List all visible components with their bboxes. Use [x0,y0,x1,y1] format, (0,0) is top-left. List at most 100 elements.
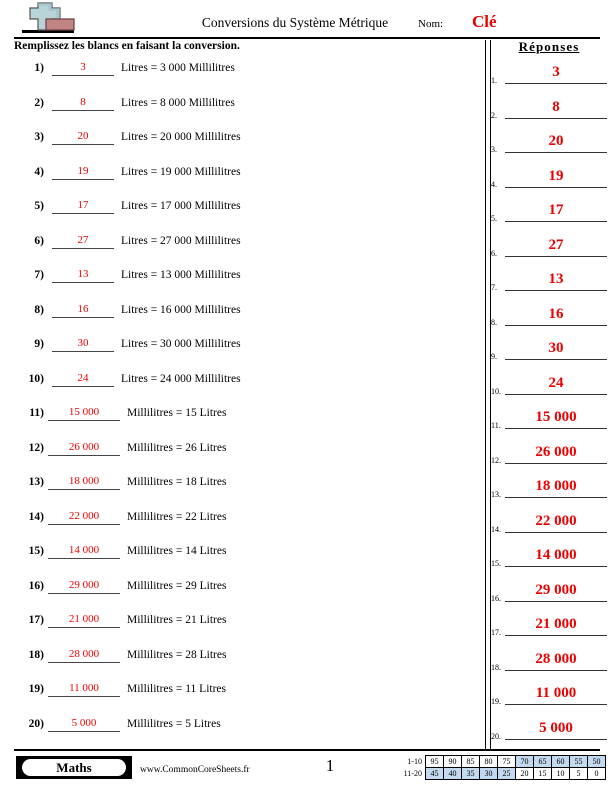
answer-value[interactable]: 18 000 [505,476,607,498]
answer-value[interactable]: 11 000 [505,683,607,705]
answer-number: 6. [491,248,497,258]
problem-answer-blank[interactable]: 8 [52,96,114,111]
problem-answer-blank[interactable]: 20 [52,130,114,145]
problem-answer-blank[interactable]: 28 000 [48,648,120,663]
answer-value[interactable]: 3 [505,62,607,84]
subject-badge-label: Maths [22,759,126,776]
problem-number: 3) [34,131,44,143]
problem-answer-blank[interactable]: 11 000 [48,682,120,697]
problem-number: 11) [29,407,44,419]
score-cell: 65 [533,755,552,768]
problem-answer-blank[interactable]: 18 000 [48,475,120,490]
answer-value[interactable]: 27 [505,235,607,257]
problem-answer-blank[interactable]: 24 [52,372,114,387]
problem-number: 5) [34,200,44,212]
problem-answer-blank[interactable]: 21 000 [48,613,120,628]
answer-value[interactable]: 8 [505,97,607,119]
problem-answer-blank[interactable]: 30 [52,337,114,352]
answer-number: 15. [491,559,501,568]
plus-block-logo-icon [16,2,78,36]
answer-value[interactable]: 21 000 [505,614,607,636]
problem-answer-blank[interactable]: 14 000 [48,544,120,559]
problem-row: 16) 29 000 Millilitres = 29 Litres [0,574,480,609]
answer-value[interactable]: 16 [505,304,607,326]
answer-number: 12. [491,455,501,465]
problem-answer-blank[interactable]: 5 000 [48,717,120,732]
answer-value[interactable]: 24 [505,373,607,395]
score-cell: 60 [551,755,570,768]
problem-answer-blank[interactable]: 3 [52,61,114,76]
answer-row: 20. 5 000 [489,718,612,753]
score-cell: 45 [425,767,444,780]
problem-number: 10) [28,372,44,385]
problem-row: 5) 17 Litres = 17 000 Millilitres [0,194,480,229]
problem-text: Millilitres = 28 Litres [127,648,227,661]
score-cell: 30 [479,767,498,780]
problem-answer-blank[interactable]: 13 [52,268,114,283]
problem-number: 8) [34,303,44,316]
problem-number: 2) [34,96,44,109]
answer-value[interactable]: 15 000 [505,407,607,429]
problem-row: 7) 13 Litres = 13 000 Millilitres [0,263,480,298]
answer-number: 16. [491,593,501,603]
score-cell: 80 [479,755,498,768]
answer-value[interactable]: 14 000 [505,545,607,567]
problem-text: Litres = 19 000 Millilitres [121,165,241,178]
problem-answer-blank[interactable]: 15 000 [48,406,120,421]
answer-value[interactable]: 19 [505,166,607,188]
problem-text: Millilitres = 11 Litres [127,683,227,695]
problem-row: 20) 5 000 Millilitres = 5 Litres [0,712,480,747]
answer-number: 14. [491,524,501,534]
answer-value[interactable]: 13 [505,269,607,291]
page-number: 1 [325,756,335,775]
answer-number: 2. [491,110,497,120]
problem-row: 11) 15 000 Millilitres = 15 Litres [0,401,480,436]
answer-row: 13. 18 000 [489,476,612,511]
answer-number: 9. [491,352,497,361]
name-label: Nom: [418,18,444,30]
answer-row: 9. 30 [489,338,612,373]
answer-number: 11. [491,421,501,430]
answer-row: 5. 17 [489,200,612,235]
answer-row: 16. 29 000 [489,580,612,615]
problem-row: 10) 24 Litres = 24 000 Millilitres [0,367,480,402]
answer-value[interactable]: 28 000 [505,649,607,671]
problem-number: 19) [28,683,44,695]
score-cell: 10 [551,767,570,780]
answer-value[interactable]: 17 [505,200,607,222]
answer-value[interactable]: 22 000 [505,511,607,533]
answer-value[interactable]: 30 [505,338,607,360]
problem-text: Millilitres = 5 Litres [127,717,221,730]
answer-number: 17. [491,628,501,637]
problem-text: Litres = 16 000 Millilitres [121,303,241,316]
problem-answer-blank[interactable]: 22 000 [48,510,120,525]
problem-number: 1) [34,62,44,74]
answer-value[interactable]: 20 [505,131,607,153]
problem-row: 17) 21 000 Millilitres = 21 Litres [0,608,480,643]
answer-number: 19. [491,697,501,706]
problem-answer-blank[interactable]: 16 [52,303,114,318]
problem-answer-blank[interactable]: 17 [52,199,114,214]
answer-value[interactable]: 29 000 [505,580,607,602]
problem-text: Millilitres = 29 Litres [127,579,227,592]
answer-row: 12. 26 000 [489,442,612,477]
answer-row: 11. 15 000 [489,407,612,442]
problem-number: 7) [34,269,44,281]
problem-answer-blank[interactable]: 26 000 [48,441,120,456]
score-cell: 40 [443,767,462,780]
score-grid: 1-10 95 90 85 80 75 70 65 60 55 50 11-20 45 40 35 30… [396,755,606,780]
score-cell: 5 [569,767,588,780]
answer-value[interactable]: 26 000 [505,442,607,464]
score-cell: 90 [443,755,462,768]
problem-answer-blank[interactable]: 29 000 [48,579,120,594]
answer-row: 3. 20 [489,131,612,166]
answer-value[interactable]: 5 000 [505,718,607,740]
problem-text: Litres = 24 000 Millilitres [121,372,241,385]
problem-number: 20) [28,717,44,730]
problem-answer-blank[interactable]: 19 [52,165,114,180]
problem-answer-blank[interactable]: 27 [52,234,114,249]
answer-number: 20. [491,731,501,741]
answer-row: 15. 14 000 [489,545,612,580]
name-value: Clé [472,12,497,31]
problem-number: 16) [28,579,44,592]
